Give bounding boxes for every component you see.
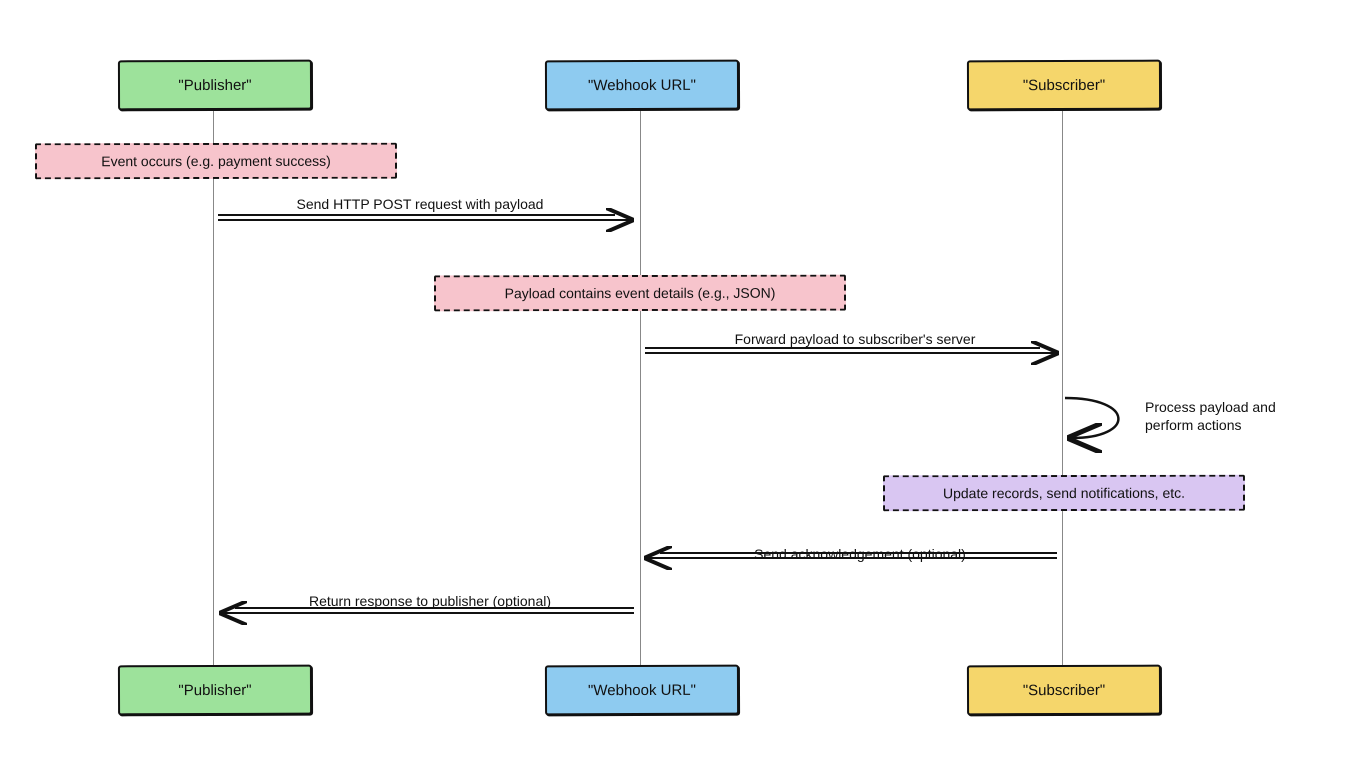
note-payload-details: Payload contains event details (e.g., JS…: [434, 275, 846, 312]
actor-label: "Webhook URL": [588, 76, 696, 93]
actor-publisher-top: "Publisher": [118, 60, 312, 111]
message-text: Forward payload to subscriber's server: [735, 331, 976, 347]
lifeline-webhook: [640, 100, 641, 665]
arrow-send-post: [218, 215, 630, 220]
message-text: Send acknowledgement (optional): [754, 546, 966, 562]
actor-webhook-bottom: "Webhook URL": [545, 665, 739, 716]
actor-label: "Subscriber": [1023, 76, 1105, 93]
actor-publisher-bottom: "Publisher": [118, 665, 312, 716]
actor-label: "Webhook URL": [588, 681, 696, 698]
label-return-response: Return response to publisher (optional): [300, 592, 560, 610]
actor-label: "Subscriber": [1023, 681, 1105, 698]
note-text: Payload contains event details (e.g., JS…: [505, 285, 776, 301]
note-text: Update records, send notifications, etc.: [943, 485, 1185, 501]
message-text: Process payload and perform actions: [1145, 399, 1276, 433]
note-text: Event occurs (e.g. payment success): [101, 153, 331, 169]
label-self-process: Process payload and perform actions: [1145, 398, 1325, 434]
arrow-layer: [0, 0, 1349, 760]
label-forward-payload: Forward payload to subscriber's server: [715, 330, 995, 348]
note-update-records: Update records, send notifications, etc.: [883, 475, 1245, 512]
label-send-post: Send HTTP POST request with payload: [280, 195, 560, 213]
lifeline-publisher: [213, 100, 214, 665]
sequence-diagram: "Publisher" "Webhook URL" "Subscriber" "…: [0, 0, 1349, 760]
actor-label: "Publisher": [178, 681, 251, 698]
actor-subscriber-top: "Subscriber": [967, 60, 1161, 111]
note-event-occurs: Event occurs (e.g. payment success): [35, 143, 397, 180]
lifeline-subscriber: [1062, 100, 1063, 665]
actor-subscriber-bottom: "Subscriber": [967, 665, 1161, 716]
actor-webhook-top: "Webhook URL": [545, 60, 739, 111]
label-send-ack: Send acknowledgement (optional): [710, 545, 1010, 563]
actor-label: "Publisher": [178, 76, 251, 93]
message-text: Return response to publisher (optional): [309, 593, 551, 609]
message-text: Send HTTP POST request with payload: [297, 196, 544, 212]
arrow-self-process: [1065, 398, 1118, 438]
arrow-forward-payload: [645, 348, 1055, 353]
